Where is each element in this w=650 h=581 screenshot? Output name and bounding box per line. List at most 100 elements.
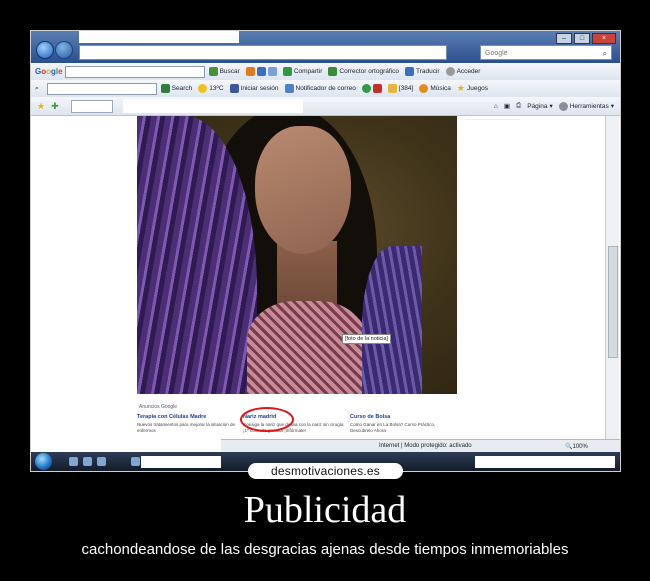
poster-title: Publicidad	[243, 489, 407, 531]
search-icon[interactable]: ⌕	[603, 46, 607, 61]
forward-button[interactable]	[55, 41, 73, 59]
quicklaunch-icon[interactable]	[83, 457, 92, 466]
juegos-label: Juegos	[466, 85, 488, 92]
tab-favorite[interactable]	[70, 99, 113, 113]
highlight-circle	[240, 407, 294, 432]
media-icons[interactable]	[361, 84, 382, 93]
weather-label: 13ºC	[209, 85, 224, 92]
musica-label: Música	[430, 85, 451, 92]
traducir-label: Traducir	[415, 68, 440, 75]
login-label: Iniciar sesión	[240, 85, 279, 92]
redacted-tab	[123, 99, 303, 113]
page-content: [foto de la noticia] …………………………… Anuncio…	[37, 116, 605, 439]
redacted-clock	[475, 456, 615, 468]
browser-search-input[interactable]: Google ⌕	[480, 45, 612, 60]
juegos-button[interactable]: ★ Juegos	[457, 83, 488, 94]
notifier-label: Notificador de correo	[295, 85, 356, 92]
redacted-title	[79, 31, 239, 43]
star-icon	[267, 67, 277, 76]
corrector-label: Corrector ortográfico	[339, 68, 399, 75]
pagina-menu[interactable]: Página ▾	[527, 102, 553, 111]
ad-item[interactable]: Curso de Bolsa Como Ganar en La Bolsa? C…	[350, 414, 455, 433]
bookmark-icon	[256, 67, 266, 76]
counter-button[interactable]: [384]	[387, 84, 414, 93]
zoom-value: 100%	[572, 444, 588, 450]
addon-search-input[interactable]	[46, 82, 157, 95]
addon-search-icon[interactable]: ⌕	[35, 85, 39, 93]
pagina-label: Página	[527, 102, 548, 110]
user-icon	[445, 67, 455, 76]
music-icon	[419, 84, 429, 93]
spellcheck-icon	[328, 67, 338, 76]
quicklaunch-icon[interactable]	[97, 457, 106, 466]
photo-caption[interactable]: [foto de la noticia]	[342, 334, 392, 344]
acceder-label: Acceder	[456, 68, 481, 75]
sun-icon	[198, 84, 208, 93]
zoom-level[interactable]: 🔍100%	[565, 443, 588, 450]
notifier-button[interactable]: Notificador de correo	[284, 84, 356, 93]
home-icon[interactable]: ⌂	[494, 103, 498, 110]
facebook-icon	[229, 84, 239, 93]
login-button[interactable]: Iniciar sesión	[229, 84, 279, 93]
mail-icon	[284, 84, 294, 93]
counter-icon	[387, 84, 397, 93]
screenshot-frame: Google ⌕ – □ × Google Buscar Compartir C…	[30, 30, 621, 472]
weather-widget[interactable]: 13ºC	[198, 84, 224, 93]
buscar-label: Buscar	[219, 68, 240, 75]
ads-label[interactable]: Anuncios Google	[139, 404, 177, 410]
photo-dress	[247, 301, 367, 394]
vertical-scrollbar[interactable]	[605, 116, 619, 439]
addon-search-button[interactable]: Search	[160, 84, 193, 93]
back-button[interactable]	[36, 41, 54, 59]
ad-description: Nuevos tratamientos para mejorar la situ…	[137, 422, 236, 433]
ad-title[interactable]: Curso de Bolsa	[350, 414, 455, 420]
redacted-taskbar	[141, 456, 221, 468]
go-icon	[160, 84, 170, 93]
window-controls: – □ ×	[556, 33, 616, 44]
ad-title[interactable]: Terapia con Células Madre	[137, 414, 242, 420]
youtube-icon	[372, 84, 382, 93]
photo-face	[255, 126, 351, 254]
quicklaunch-icon[interactable]	[69, 457, 78, 466]
minimize-button[interactable]: –	[556, 33, 572, 44]
browser-search-placeholder: Google	[485, 50, 508, 57]
maximize-button[interactable]: □	[574, 33, 590, 44]
toolbar-icons[interactable]	[245, 67, 277, 76]
google-logo: Google	[35, 67, 63, 76]
taskbar-item-icon[interactable]	[131, 457, 140, 466]
addon-search-label: Search	[171, 85, 193, 92]
herramientas-menu[interactable]: Herramientas ▾	[558, 101, 614, 111]
addon-toolbar: ⌕ Search 13ºC Iniciar sesión Notificador…	[31, 80, 620, 98]
traducir-button[interactable]: Traducir	[404, 67, 440, 76]
search-go-icon	[208, 67, 218, 76]
photo-scarf-right	[362, 246, 422, 394]
close-button[interactable]: ×	[592, 33, 616, 44]
poster-subtitle: cachondeandose de las desgracias ajenas …	[81, 541, 569, 558]
google-search-input[interactable]	[64, 65, 205, 78]
counter-label: [384]	[398, 85, 414, 92]
translate-icon	[404, 67, 414, 76]
print-icon[interactable]: ⎙	[516, 102, 521, 110]
ad-description: Como Ganar en La Bolsa? Curso Práctico, …	[350, 422, 436, 433]
herramientas-label: Herramientas	[569, 102, 609, 110]
address-bar[interactable]	[79, 45, 447, 60]
start-button[interactable]	[35, 453, 52, 470]
ad-item[interactable]: Terapia con Células Madre Nuevos tratami…	[137, 414, 242, 433]
compartir-button[interactable]: Compartir	[282, 67, 322, 76]
scrollbar-thumb[interactable]	[608, 246, 618, 358]
gear-icon	[558, 101, 568, 111]
globe-icon	[361, 84, 371, 93]
corrector-button[interactable]: Corrector ortográfico	[328, 67, 399, 76]
star-game-icon: ★	[456, 83, 465, 93]
brand-logo: desmotivaciones.es	[248, 463, 403, 479]
feeds-icon[interactable]: ▣	[504, 102, 510, 110]
musica-button[interactable]: Música	[419, 84, 451, 93]
pagerank-icon	[245, 67, 255, 76]
news-photo: [foto de la noticia]	[137, 116, 457, 394]
favorites-star-icon[interactable]: ★	[37, 101, 45, 112]
acceder-button[interactable]: Acceder	[445, 67, 481, 76]
command-bar: ★ ✚ ⌂ ▣ ⎙ Página ▾ Herramientas ▾	[31, 97, 620, 116]
share-icon	[282, 67, 292, 76]
add-favorite-icon[interactable]: ✚	[51, 101, 59, 112]
buscar-button[interactable]: Buscar	[208, 67, 240, 76]
